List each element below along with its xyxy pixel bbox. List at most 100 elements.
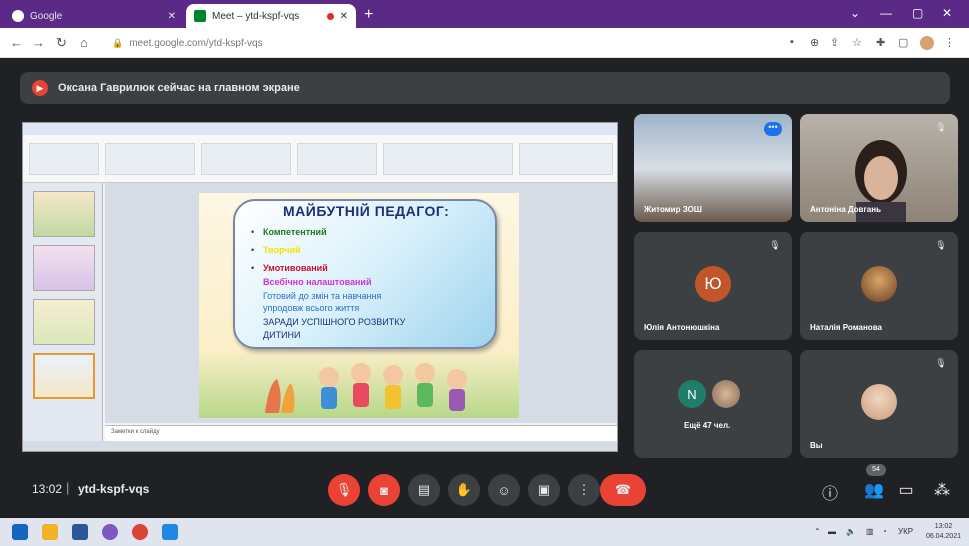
home-icon[interactable]: ⌂ xyxy=(80,35,88,50)
leave-call-button[interactable]: ☎ xyxy=(600,474,646,506)
slide-line: Умотивований xyxy=(263,263,328,273)
address-bar: ← → ↻ ⌂ 🔒 meet.google.com/ytd-kspf-vqs ▪… xyxy=(0,28,969,58)
participant-tile[interactable]: Житомир ЗОШ ••• xyxy=(634,114,792,222)
meeting-info-icon[interactable]: ⓘ xyxy=(820,480,840,504)
chrome-icon[interactable] xyxy=(132,524,148,540)
tab-meet[interactable]: Meet – ytd-kspf-vqs ✕ xyxy=(186,4,356,28)
viber-icon[interactable] xyxy=(102,524,118,540)
clock-date: 06.04.2021 xyxy=(925,533,961,540)
activities-icon[interactable]: ⁂ xyxy=(932,480,952,500)
dropdown-icon[interactable]: ⌄ xyxy=(850,6,860,20)
slide-line: ДИТИНИ xyxy=(263,330,301,340)
share-icon[interactable]: ⇪ xyxy=(830,36,839,49)
meeting-code: ytd-kspf-vqs xyxy=(78,482,150,496)
minimize-icon[interactable]: — xyxy=(880,6,892,20)
participant-name: Вы xyxy=(810,441,823,450)
mic-toggle-button[interactable]: 🎙 xyxy=(328,474,360,506)
file-explorer-icon[interactable] xyxy=(42,524,58,540)
avatar: Ю xyxy=(695,266,731,302)
hand-icon: ✋ xyxy=(455,482,473,497)
menu-kebab-icon[interactable]: ⋮ xyxy=(944,36,955,49)
powerpoint-statusbar xyxy=(23,441,617,451)
present-button[interactable]: ▣ xyxy=(528,474,560,506)
reactions-button[interactable]: ☺ xyxy=(488,474,520,506)
chat-icon[interactable]: ▭ xyxy=(896,480,916,500)
new-tab-icon[interactable]: + xyxy=(364,6,373,24)
word-icon[interactable] xyxy=(72,524,88,540)
captions-icon: ▤ xyxy=(417,482,431,497)
tray-network-icon[interactable]: ▥ xyxy=(866,527,874,536)
slide-line: Творчий xyxy=(263,245,301,255)
bullet-icon: • xyxy=(251,263,255,273)
raise-hand-button[interactable]: ✋ xyxy=(448,474,480,506)
powerpoint-ribbon xyxy=(23,135,617,183)
ribbon-group xyxy=(29,143,99,175)
tray-chevron-icon[interactable]: ⌃ xyxy=(814,527,821,536)
participant-name: Житомир ЗОШ xyxy=(644,205,702,214)
tray-speaker-icon[interactable]: 🔈 xyxy=(846,527,856,536)
camera-icon[interactable]: ▪ xyxy=(790,36,794,48)
participant-tile-self[interactable]: 🎙 Вы xyxy=(800,350,958,458)
slide-notes[interactable]: Заметки к слайду xyxy=(105,425,617,441)
extension-icon[interactable]: ✚ xyxy=(876,36,885,49)
more-vert-icon: ⋮ xyxy=(577,482,591,497)
tray-wifi-icon[interactable]: ◔ xyxy=(882,527,887,536)
present-screen-icon: ▣ xyxy=(537,482,551,497)
start-icon[interactable] xyxy=(12,524,28,540)
close-tab-icon[interactable]: ✕ xyxy=(340,11,348,22)
participant-tile[interactable]: 🎙 Антоніна Довгань xyxy=(800,114,958,222)
banner-text: Оксана Гаврилюк сейчас на главном экране xyxy=(58,82,300,94)
google-icon xyxy=(12,10,24,22)
slide-line: ЗАРАДИ УСПІШНОГО РОЗВИТКУ xyxy=(263,317,406,327)
participant-count-badge: 54 xyxy=(866,464,886,476)
app-icon[interactable] xyxy=(162,524,178,540)
presenting-banner: ▶ Оксана Гаврилюк сейчас на главном экра… xyxy=(20,72,950,104)
profile-avatar[interactable] xyxy=(920,36,934,50)
maximize-icon[interactable]: ▢ xyxy=(912,6,923,20)
children-illustration xyxy=(265,363,467,413)
slide-thumbnail xyxy=(33,245,95,291)
meet-icon xyxy=(194,10,206,22)
slide-heading: МАЙБУТНІЙ ПЕДАГОГ: xyxy=(283,203,450,219)
bookmark-star-icon[interactable]: ☆ xyxy=(852,36,862,49)
url-text: meet.google.com/ytd-kspf-vqs xyxy=(129,37,263,49)
participant-name: Антоніна Довгань xyxy=(810,205,881,214)
participant-name: Наталія Романова xyxy=(810,323,882,332)
ribbon-group xyxy=(297,143,377,175)
captions-button[interactable]: ▤ xyxy=(408,474,440,506)
mic-off-icon: 🎙 xyxy=(935,240,947,250)
mic-off-icon: 🎙 xyxy=(935,358,947,368)
participant-tile[interactable]: 🎙 Наталія Романова xyxy=(800,232,958,340)
url-input[interactable]: 🔒 meet.google.com/ytd-kspf-vqs xyxy=(104,33,784,53)
camera-toggle-button[interactable]: ◙ xyxy=(368,474,400,506)
tray-language[interactable]: УКР xyxy=(898,527,913,536)
lock-icon: 🔒 xyxy=(112,37,124,48)
meet-main: ▶ Оксана Гаврилюк сейчас на главном экра… xyxy=(0,58,969,518)
slide: МАЙБУТНІЙ ПЕДАГОГ: • Компетентний • Твор… xyxy=(199,193,519,418)
avatar xyxy=(861,384,897,420)
slide-thumbnail xyxy=(33,191,95,237)
ribbon-group xyxy=(383,143,513,175)
back-icon[interactable]: ← xyxy=(10,35,23,50)
media-icon[interactable]: ▢ xyxy=(898,36,908,49)
meet-toolbar: 13:02 | ytd-kspf-vqs 🎙 ◙ ▤ ✋ ☺ ▣ ⋮ ☎ ⓘ 5… xyxy=(0,462,969,518)
close-window-icon[interactable]: ✕ xyxy=(942,6,952,20)
reload-icon[interactable]: ↻ xyxy=(56,35,67,51)
tray-app-icon[interactable]: ▬ xyxy=(828,527,836,536)
zoom-icon[interactable]: ⊕ xyxy=(810,36,819,49)
more-options-button[interactable]: ⋮ xyxy=(568,474,600,506)
emoji-icon: ☺ xyxy=(497,482,511,498)
powerpoint-titlebar xyxy=(23,123,617,135)
ribbon-group xyxy=(105,143,195,175)
system-clock[interactable]: 13:02 06.04.2021 xyxy=(926,522,961,542)
people-icon[interactable]: 👥 xyxy=(864,480,884,500)
bullet-icon: • xyxy=(251,245,255,255)
participant-tile[interactable]: 🎙 Ю Юлія Антонюшкіна xyxy=(634,232,792,340)
tab-google[interactable]: Google ✕ xyxy=(4,4,184,28)
participant-tile-more[interactable]: N Ещё 47 чел. xyxy=(634,350,792,458)
forward-icon[interactable]: → xyxy=(32,35,45,50)
slide-line: упродовж всього життя xyxy=(263,303,360,313)
slide-line: Готовий до змін та навчання xyxy=(263,291,382,301)
close-tab-icon[interactable]: ✕ xyxy=(168,11,176,22)
meeting-time: 13:02 xyxy=(32,482,63,496)
